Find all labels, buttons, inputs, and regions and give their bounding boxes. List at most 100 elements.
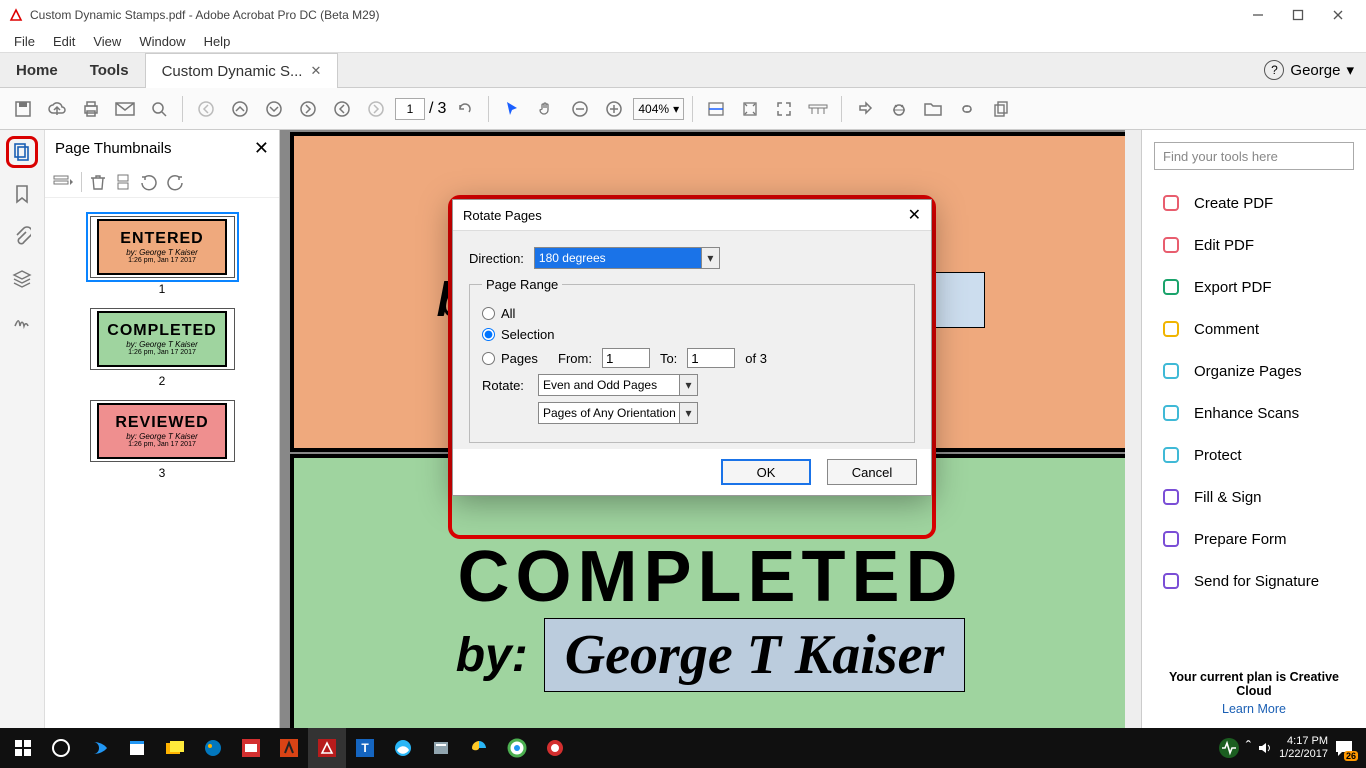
- tab-close-icon[interactable]: ✕: [310, 63, 321, 79]
- nav-left-icon[interactable]: [327, 94, 357, 124]
- tray-volume-icon[interactable]: [1257, 740, 1273, 756]
- tray-notifications-icon[interactable]: 26: [1334, 739, 1354, 757]
- page-number-input[interactable]: [395, 98, 425, 120]
- thumb-rotate-ccw-icon[interactable]: [140, 173, 158, 191]
- first-page-icon[interactable]: [191, 94, 221, 124]
- taskbar-app-11[interactable]: [498, 728, 536, 768]
- thumbnails-tab-icon[interactable]: [6, 136, 38, 168]
- zoom-in-icon[interactable]: [599, 94, 629, 124]
- tab-tools[interactable]: Tools: [74, 53, 145, 87]
- menu-file[interactable]: File: [6, 32, 43, 51]
- minimize-button[interactable]: [1238, 1, 1278, 29]
- taskbar-app-3[interactable]: [156, 728, 194, 768]
- last-page-icon[interactable]: [293, 94, 323, 124]
- taskbar-app-7[interactable]: T: [346, 728, 384, 768]
- cancel-button[interactable]: Cancel: [827, 459, 917, 485]
- taskbar-app-acrobat[interactable]: [308, 728, 346, 768]
- rotate-select[interactable]: Even and Odd Pages▾: [538, 374, 698, 396]
- pointer-icon[interactable]: [497, 94, 527, 124]
- zoom-out-icon[interactable]: [565, 94, 595, 124]
- mail-icon[interactable]: [110, 94, 140, 124]
- fit-width-icon[interactable]: [701, 94, 731, 124]
- tool-item[interactable]: Organize Pages: [1142, 350, 1366, 392]
- taskbar-app-2[interactable]: [118, 728, 156, 768]
- thumb-options-icon[interactable]: [53, 175, 73, 189]
- next-page-down-icon[interactable]: [259, 94, 289, 124]
- bug-icon[interactable]: [884, 94, 914, 124]
- share-icon[interactable]: [850, 94, 880, 124]
- menu-edit[interactable]: Edit: [45, 32, 83, 51]
- learn-more-link[interactable]: Learn More: [1154, 702, 1354, 716]
- refresh-icon[interactable]: [450, 94, 480, 124]
- print-icon[interactable]: [76, 94, 106, 124]
- menu-window[interactable]: Window: [131, 32, 193, 51]
- ok-button[interactable]: OK: [721, 459, 811, 485]
- cortana-icon[interactable]: [42, 728, 80, 768]
- search-icon[interactable]: [144, 94, 174, 124]
- to-input[interactable]: [687, 348, 735, 368]
- prev-page-up-icon[interactable]: [225, 94, 255, 124]
- tool-item[interactable]: Edit PDF: [1142, 224, 1366, 266]
- taskbar-app-9[interactable]: [422, 728, 460, 768]
- thumbnail-1[interactable]: ENTEREDby: George T Kaiser1:26 pm, Jan 1…: [90, 216, 235, 278]
- nav-right-icon[interactable]: [361, 94, 391, 124]
- taskbar-app-5[interactable]: [232, 728, 270, 768]
- signatures-tab-icon[interactable]: [6, 304, 38, 336]
- thumb-rotate-cw-icon[interactable]: [166, 173, 184, 191]
- radio-selection[interactable]: Selection: [482, 327, 554, 342]
- layers-tab-icon[interactable]: [6, 262, 38, 294]
- tool-item[interactable]: Fill & Sign: [1142, 476, 1366, 518]
- menu-view[interactable]: View: [85, 32, 129, 51]
- taskbar-app-12[interactable]: [536, 728, 574, 768]
- direction-select[interactable]: 180 degrees▾: [534, 247, 720, 269]
- dialog-close-icon[interactable]: ✕: [908, 205, 921, 225]
- attachments-tab-icon[interactable]: [6, 220, 38, 252]
- tool-item[interactable]: Send for Signature: [1142, 560, 1366, 602]
- menu-help[interactable]: Help: [196, 32, 239, 51]
- link-icon[interactable]: [952, 94, 982, 124]
- taskbar-app-8[interactable]: [384, 728, 422, 768]
- help-icon[interactable]: ?: [1264, 60, 1284, 80]
- bookmarks-tab-icon[interactable]: [6, 178, 38, 210]
- tab-document[interactable]: Custom Dynamic S... ✕: [145, 53, 339, 88]
- tool-item[interactable]: Create PDF: [1142, 182, 1366, 224]
- taskbar-app-10[interactable]: [460, 728, 498, 768]
- cloud-icon[interactable]: [42, 94, 72, 124]
- user-menu-chevron-icon[interactable]: ▾: [1346, 61, 1354, 79]
- taskbar-app-1[interactable]: [80, 728, 118, 768]
- tool-item[interactable]: Export PDF: [1142, 266, 1366, 308]
- tools-search-input[interactable]: Find your tools here: [1154, 142, 1354, 170]
- tool-item[interactable]: Comment: [1142, 308, 1366, 350]
- zoom-select[interactable]: 404%▾: [633, 98, 684, 120]
- taskbar-app-6[interactable]: [270, 728, 308, 768]
- radio-all[interactable]: All: [482, 306, 515, 321]
- fit-page-icon[interactable]: [735, 94, 765, 124]
- user-name[interactable]: George: [1290, 62, 1340, 79]
- doc-scrollbar[interactable]: [1125, 130, 1141, 728]
- orientation-select[interactable]: Pages of Any Orientation▾: [538, 402, 698, 424]
- thumbnail-2[interactable]: COMPLETEDby: George T Kaiser1:26 pm, Jan…: [90, 308, 235, 370]
- save-icon[interactable]: [8, 94, 38, 124]
- thumbnail-3[interactable]: REVIEWEDby: George T Kaiser1:26 pm, Jan …: [90, 400, 235, 462]
- tray-clock[interactable]: 4:17 PM 1/22/2017: [1279, 735, 1328, 761]
- copy-page-icon[interactable]: [986, 94, 1016, 124]
- folder-icon[interactable]: [918, 94, 948, 124]
- tool-item[interactable]: Prepare Form: [1142, 518, 1366, 560]
- fullscreen-icon[interactable]: [769, 94, 799, 124]
- thumb-extract-icon[interactable]: [114, 173, 132, 191]
- thumbnails-close-icon[interactable]: ✕: [254, 138, 269, 159]
- radio-pages[interactable]: Pages: [482, 351, 548, 366]
- tool-item[interactable]: Enhance Scans: [1142, 392, 1366, 434]
- taskbar-app-4[interactable]: [194, 728, 232, 768]
- tool-item[interactable]: Protect: [1142, 434, 1366, 476]
- read-mode-icon[interactable]: [803, 94, 833, 124]
- from-input[interactable]: [602, 348, 650, 368]
- tray-pulse-icon[interactable]: [1218, 737, 1240, 759]
- thumb-delete-icon[interactable]: [90, 173, 106, 191]
- start-icon[interactable]: [4, 728, 42, 768]
- hand-tool-icon[interactable]: [531, 94, 561, 124]
- maximize-button[interactable]: [1278, 1, 1318, 29]
- tab-home[interactable]: Home: [0, 53, 74, 87]
- close-window-button[interactable]: [1318, 1, 1358, 29]
- tray-chevron-icon[interactable]: ˆ: [1246, 739, 1251, 757]
